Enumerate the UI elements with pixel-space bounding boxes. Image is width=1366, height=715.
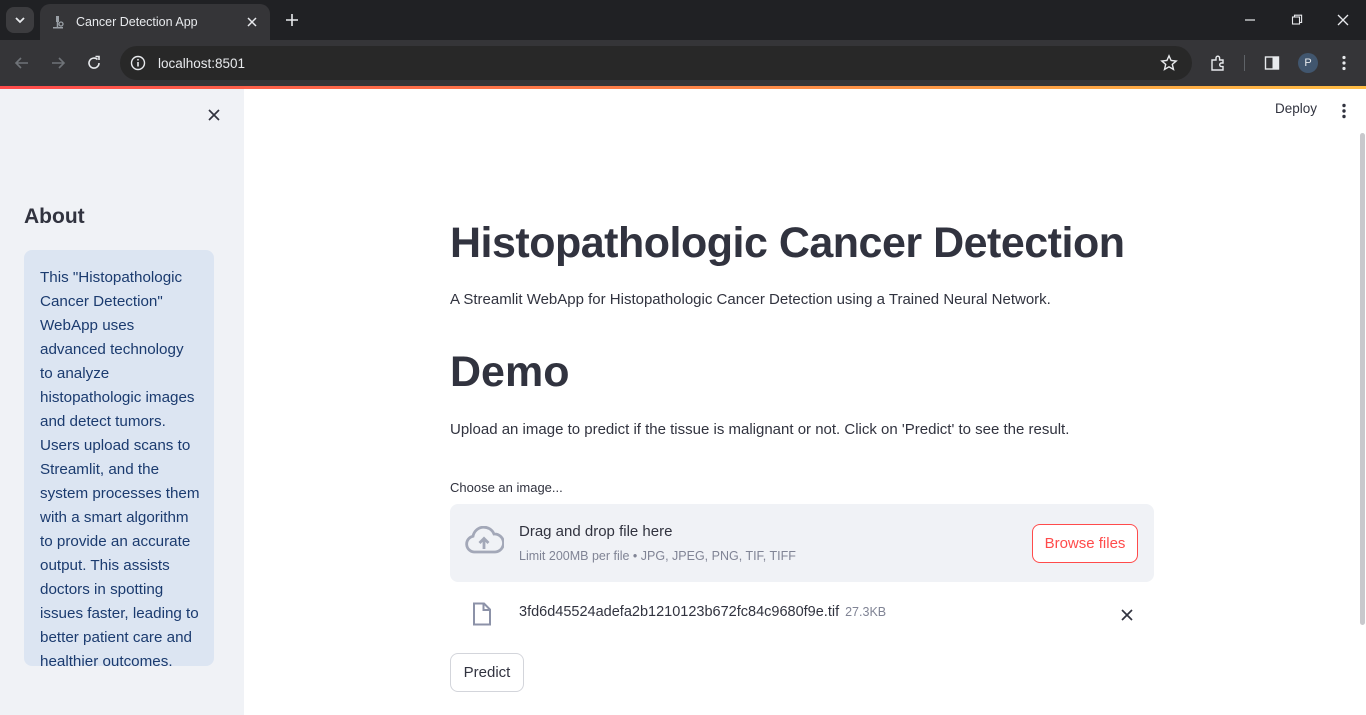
- dropzone-limit-text: Limit 200MB per file • JPG, JPEG, PNG, T…: [519, 549, 796, 563]
- restore-icon[interactable]: [1285, 8, 1309, 32]
- url-text: localhost:8501: [158, 55, 246, 71]
- about-info-box: This "Histopathologic Cancer Detection" …: [24, 250, 214, 670]
- chevron-down-icon: [15, 17, 25, 24]
- browser-menu-icon[interactable]: [1332, 51, 1356, 75]
- main-content: Deploy Histopathologic Cancer Detection …: [244, 89, 1366, 715]
- tab-title: Cancer Detection App: [76, 15, 198, 29]
- main-scrollbar[interactable]: [1360, 133, 1365, 625]
- profile-avatar[interactable]: P: [1298, 53, 1318, 73]
- bookmark-star-icon[interactable]: [1160, 54, 1178, 76]
- section-title: Demo: [450, 348, 570, 396]
- reload-icon[interactable]: [82, 51, 106, 75]
- file-icon: [472, 602, 492, 630]
- app-menu-icon[interactable]: [1332, 99, 1356, 123]
- sidebar: About This "Histopathologic Cancer Detec…: [0, 89, 244, 715]
- sidebar-title: About: [24, 205, 85, 228]
- file-size: 27.3KB: [845, 605, 887, 619]
- browser-tab-strip: Cancer Detection App: [0, 0, 1366, 40]
- minimize-icon[interactable]: [1238, 8, 1262, 32]
- back-arrow-icon[interactable]: [10, 51, 34, 75]
- browser-tab-active[interactable]: Cancer Detection App: [40, 4, 270, 40]
- page-title: Histopathologic Cancer Detection: [450, 219, 1125, 267]
- uploaded-file-row: 3fd6d45524adefa2b1210123b672fc84c9680f9e…: [450, 594, 1154, 634]
- microscope-icon: [53, 16, 64, 29]
- dropzone-title: Drag and drop file here: [519, 523, 673, 540]
- address-bar[interactable]: localhost:8501: [120, 46, 1192, 80]
- remove-file-icon[interactable]: [1116, 604, 1138, 626]
- browser-toolbar: localhost:8501 P: [0, 40, 1366, 86]
- side-panel-icon[interactable]: [1260, 51, 1284, 75]
- extensions-puzzle-icon[interactable]: [1206, 51, 1230, 75]
- forward-arrow-icon[interactable]: [46, 51, 70, 75]
- predict-button[interactable]: Predict: [450, 653, 524, 692]
- sidebar-close-icon[interactable]: [202, 103, 226, 127]
- window-close-icon[interactable]: [1331, 8, 1355, 32]
- deploy-button[interactable]: Deploy: [1275, 101, 1317, 116]
- tab-search-button[interactable]: [6, 7, 34, 33]
- tab-close-icon[interactable]: [244, 14, 260, 30]
- toolbar-divider: [1244, 55, 1245, 71]
- file-name: 3fd6d45524adefa2b1210123b672fc84c9680f9e…: [519, 604, 886, 620]
- uploader-label: Choose an image...: [450, 480, 563, 495]
- page-subtitle: A Streamlit WebApp for Histopathologic C…: [450, 291, 1051, 308]
- site-info-icon[interactable]: [130, 55, 146, 71]
- file-name-text: 3fd6d45524adefa2b1210123b672fc84c9680f9e…: [519, 604, 840, 620]
- browse-files-button[interactable]: Browse files: [1032, 524, 1138, 563]
- instructions-text: Upload an image to predict if the tissue…: [450, 421, 1070, 438]
- new-tab-plus-icon[interactable]: [280, 8, 304, 32]
- file-dropzone[interactable]: Drag and drop file here Limit 200MB per …: [450, 504, 1154, 582]
- cloud-upload-icon: [464, 525, 505, 560]
